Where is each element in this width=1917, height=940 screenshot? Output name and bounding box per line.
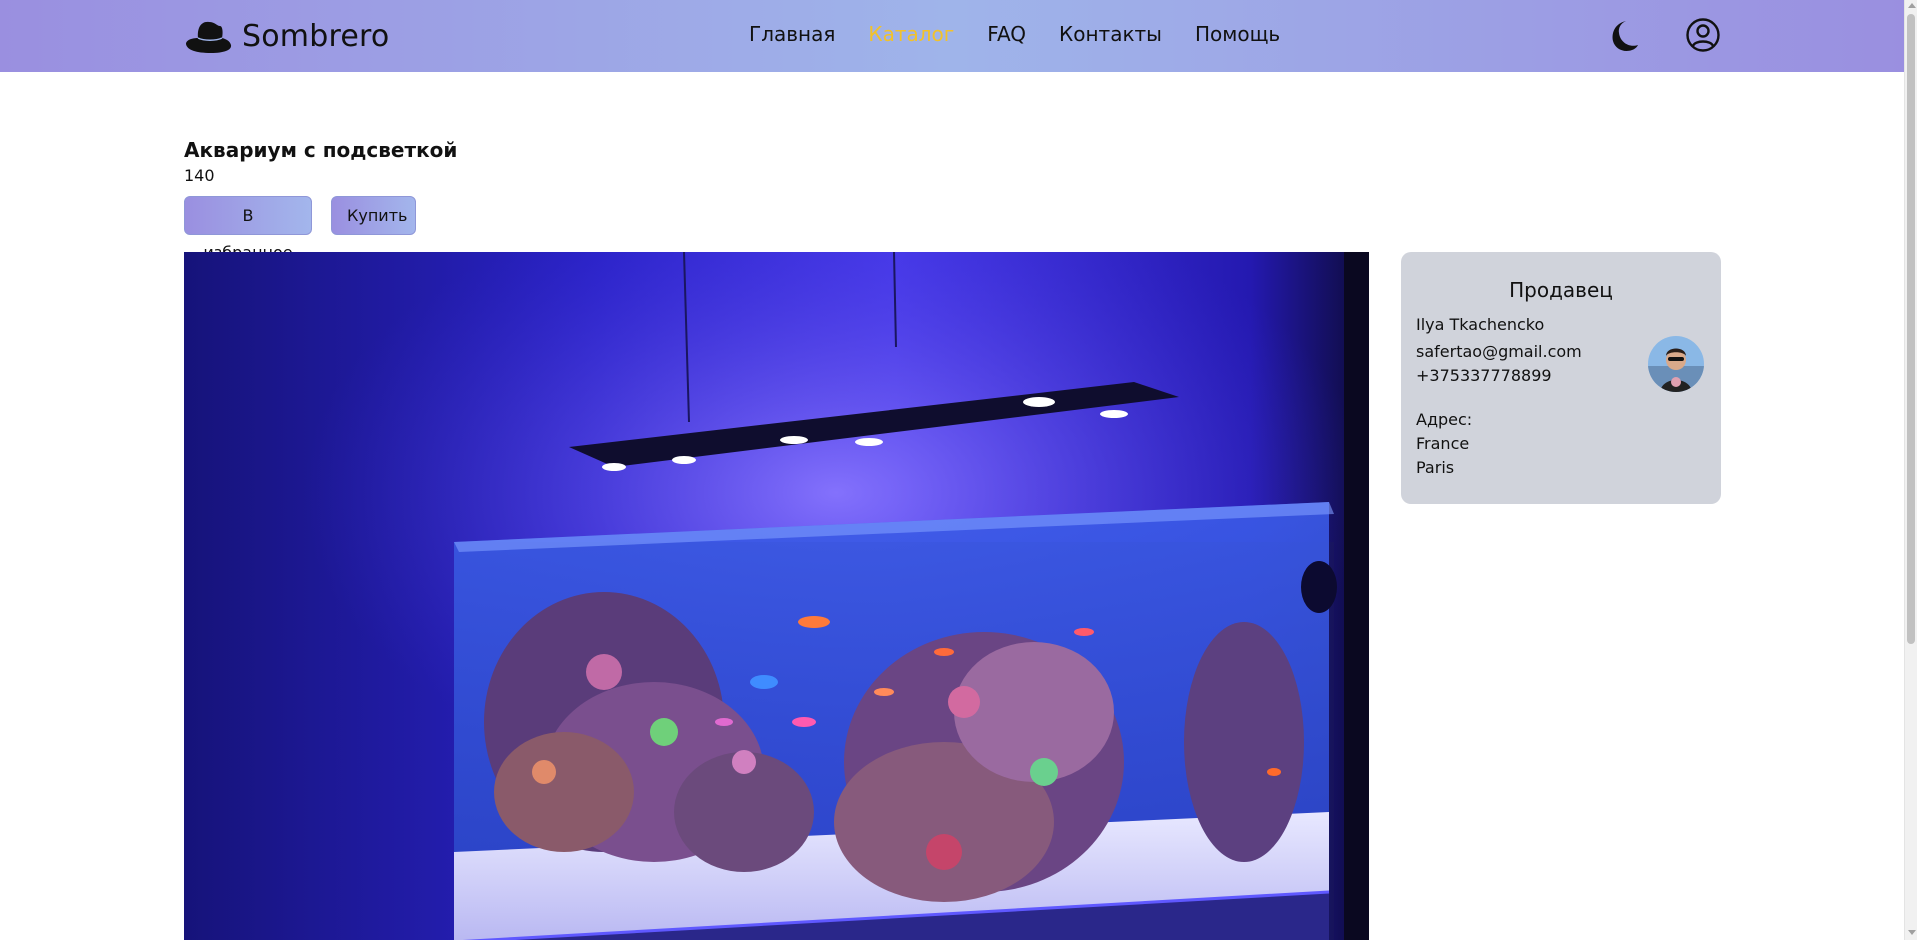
page-scrollbar[interactable]	[1904, 0, 1917, 940]
seller-card: Продавец Ilya Tkachencko safertao@gmail.…	[1401, 252, 1721, 504]
logo-text: Sombrero	[242, 18, 390, 54]
nav-item-catalog[interactable]: Каталог	[868, 22, 954, 46]
nav-item-home[interactable]: Главная	[749, 22, 835, 46]
seller-country: France	[1416, 434, 1470, 453]
seller-address-label: Адрес:	[1416, 410, 1473, 429]
main-nav: Главная Каталог FAQ Контакты Помощь	[749, 22, 1280, 46]
top-nav-bar: Sombrero Главная Каталог FAQ Контакты По…	[0, 0, 1904, 72]
scroll-up-arrow-icon[interactable]	[1908, 3, 1916, 8]
product-title: Аквариум с подсветкой	[184, 138, 458, 162]
product-image	[184, 252, 1369, 940]
moon-icon[interactable]	[1604, 18, 1640, 54]
scroll-thumb[interactable]	[1907, 14, 1915, 644]
nav-item-help[interactable]: Помощь	[1195, 22, 1280, 46]
hat-icon	[186, 21, 232, 53]
seller-name: Ilya Tkachencko	[1416, 315, 1545, 334]
product-price: 140	[184, 166, 215, 185]
scroll-down-arrow-icon[interactable]	[1908, 930, 1916, 935]
logo[interactable]: Sombrero	[184, 16, 389, 56]
seller-email[interactable]: safertao@gmail.com	[1416, 342, 1582, 361]
seller-city: Paris	[1416, 458, 1455, 477]
add-to-favorites-button[interactable]: В избранное	[184, 196, 312, 262]
buy-button[interactable]: Купить	[331, 196, 416, 235]
user-circle-icon[interactable]	[1686, 18, 1720, 52]
seller-heading: Продавец	[1509, 278, 1613, 302]
nav-item-contacts[interactable]: Контакты	[1059, 22, 1162, 46]
nav-item-faq[interactable]: FAQ	[987, 22, 1026, 46]
aquarium-photo	[184, 252, 1369, 940]
seller-phone[interactable]: +375337778899	[1416, 366, 1552, 385]
avatar	[1648, 336, 1704, 392]
